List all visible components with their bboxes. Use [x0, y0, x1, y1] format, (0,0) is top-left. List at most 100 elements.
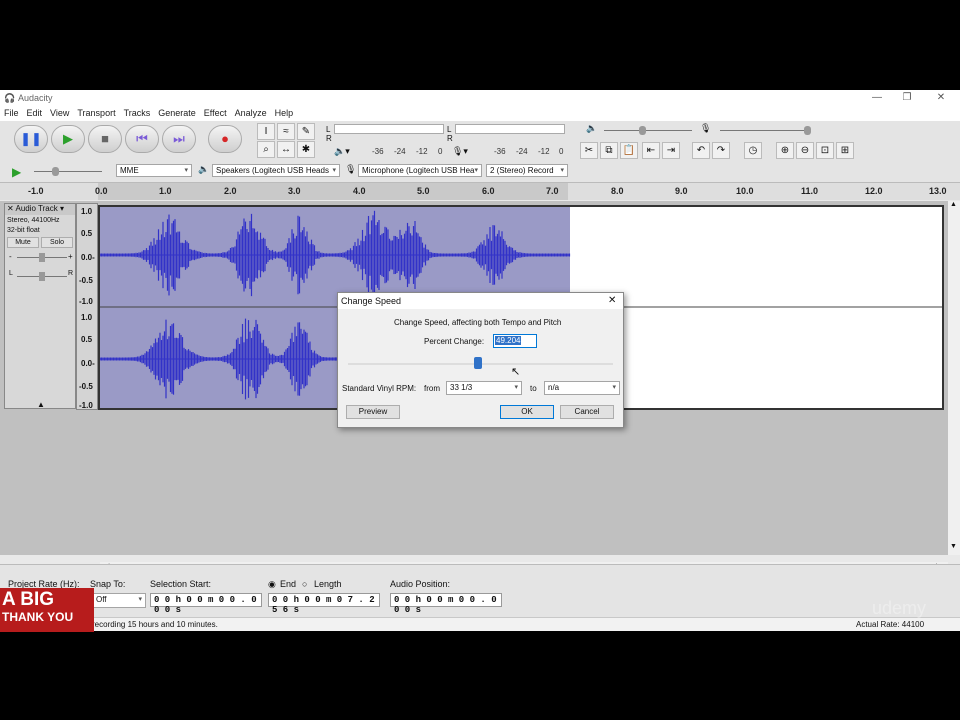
ok-button[interactable]: OK	[500, 405, 554, 419]
snap-to-value: Off	[96, 595, 107, 604]
snap-to-select[interactable]: Off ▾	[92, 593, 146, 608]
chevron-down-icon: ▾	[474, 167, 478, 174]
menu-file[interactable]: File	[0, 107, 23, 119]
percent-change-input[interactable]: 49.204	[493, 334, 537, 348]
track-name-bar[interactable]: ✕ Audio Track ▾	[5, 204, 75, 215]
envelope-tool-icon[interactable]: ≈	[277, 123, 295, 140]
sync-lock-icon[interactable]: ◷	[744, 142, 762, 159]
close-track-icon[interactable]: ✕	[7, 204, 14, 213]
fit-selection-icon[interactable]: ⊡	[816, 142, 834, 159]
close-window-button[interactable]: ✕	[926, 92, 956, 105]
scale-tick: -1.0	[79, 401, 93, 410]
menu-analyze[interactable]: Analyze	[231, 107, 271, 119]
gain-thumb[interactable]	[39, 253, 45, 262]
length-radio[interactable]: ○	[302, 579, 307, 589]
from-label: from	[424, 384, 440, 393]
draw-tool-icon[interactable]: ✎	[297, 123, 315, 140]
length-label: Length	[314, 579, 342, 589]
ruler-tick: 4.0	[353, 186, 366, 196]
channels-select[interactable]: 2 (Stereo) Record ▾	[486, 164, 568, 177]
input-volume-slider[interactable]	[720, 130, 810, 131]
multi-tool-icon[interactable]: ✱	[297, 141, 315, 158]
menu-view[interactable]: View	[46, 107, 73, 119]
fit-project-icon[interactable]: ⊞	[836, 142, 854, 159]
ruler-tick: 7.0	[546, 186, 559, 196]
meter-tick: -12	[538, 147, 550, 156]
percent-change-slider-thumb[interactable]	[473, 357, 482, 369]
audio-host-select[interactable]: MME ▾	[116, 164, 192, 177]
redo-icon[interactable]: ↷	[712, 142, 730, 159]
meter-tick: -12	[416, 147, 428, 156]
meter-left-label: L	[326, 125, 331, 134]
rec-meter-right-label: R	[447, 134, 453, 143]
dialog-close-icon[interactable]: ✕	[608, 295, 616, 306]
speaker-meter-icon[interactable]: 🔈▾	[334, 146, 350, 157]
toolbars: ❚❚ ▶ ■ ⏮ ⏭ ● I ≈ ✎ ⌕ ↔ ✱ L R L R 🔈▾ -36 …	[0, 121, 960, 191]
record-button[interactable]: ●	[208, 125, 242, 153]
input-device-select[interactable]: Microphone (Logitech USB Hea ▾	[358, 164, 482, 177]
silence-icon[interactable]: ⇥	[662, 142, 680, 159]
ruler-tick: 11.0	[801, 186, 819, 196]
audio-position-field[interactable]: 0 0 h 0 0 m 0 0 . 0 0 0 s	[390, 593, 502, 615]
play-at-speed-icon[interactable]: ▶	[12, 165, 21, 179]
scroll-up-icon[interactable]: ▲	[950, 201, 957, 208]
menu-transport[interactable]: Transport	[73, 107, 119, 119]
skip-start-button[interactable]: ⏮	[125, 125, 159, 153]
menu-tracks[interactable]: Tracks	[120, 107, 155, 119]
vertical-scrollbar[interactable]: ▲ ▼	[948, 201, 960, 555]
end-radio[interactable]: ◉	[268, 579, 276, 590]
vertical-scale: 1.0 0.5 0.0- -0.5 -1.0 1.0 0.5 0.0- -0.5…	[76, 203, 98, 410]
maximize-button[interactable]: ❐	[892, 92, 922, 105]
preview-button[interactable]: Preview	[346, 405, 400, 419]
mic-meter-icon[interactable]: 🎙▾	[452, 146, 468, 157]
paste-icon[interactable]: 📋	[620, 142, 638, 159]
ruler-tick: 2.0	[224, 186, 237, 196]
zoom-tool-icon[interactable]: ⌕	[257, 141, 275, 158]
output-volume-thumb[interactable]	[639, 126, 646, 135]
track-name: Audio Track	[15, 204, 58, 213]
play-speed-slider[interactable]	[34, 171, 102, 172]
scale-tick: -1.0	[79, 297, 93, 306]
dialog-title: Change Speed	[341, 296, 402, 306]
cut-icon[interactable]: ✂	[580, 142, 598, 159]
selection-start-field[interactable]: 0 0 h 0 0 m 0 0 . 0 0 0 s	[150, 593, 262, 615]
pause-button[interactable]: ❚❚	[14, 125, 48, 153]
ruler-tick: -1.0	[28, 186, 44, 196]
output-device-select[interactable]: Speakers (Logitech USB Heads ▾	[212, 164, 340, 177]
playback-meter[interactable]	[334, 124, 444, 134]
selection-end-field[interactable]: 0 0 h 0 0 m 0 7 . 2 5 6 s	[268, 593, 380, 615]
zoom-out-icon[interactable]: ⊖	[796, 142, 814, 159]
menu-effect[interactable]: Effect	[200, 107, 231, 119]
title-bar: 🎧 Audacity — ❐ ✕	[0, 90, 960, 107]
scroll-down-icon[interactable]: ▼	[950, 543, 957, 550]
output-volume-slider[interactable]	[604, 130, 692, 131]
menu-help[interactable]: Help	[271, 107, 298, 119]
to-rpm-select[interactable]: n/a ▾	[544, 381, 620, 395]
solo-button[interactable]: Solo	[41, 237, 73, 248]
meter-tick: 0	[438, 147, 443, 156]
menu-edit[interactable]: Edit	[23, 107, 47, 119]
zoom-in-icon[interactable]: ⊕	[776, 142, 794, 159]
play-button[interactable]: ▶	[51, 125, 85, 153]
mute-button[interactable]: Mute	[7, 237, 39, 248]
skip-end-button[interactable]: ⏭	[162, 125, 196, 153]
undo-icon[interactable]: ↶	[692, 142, 710, 159]
stop-button[interactable]: ■	[88, 125, 122, 153]
copy-icon[interactable]: ⧉	[600, 142, 618, 159]
trim-icon[interactable]: ⇤	[642, 142, 660, 159]
pan-thumb[interactable]	[39, 272, 45, 281]
menu-generate[interactable]: Generate	[154, 107, 200, 119]
scale-tick: 0.5	[81, 229, 93, 238]
from-rpm-select[interactable]: 33 1/3 ▾	[446, 381, 522, 395]
meter-right-label: R	[326, 134, 332, 143]
play-speed-thumb[interactable]	[52, 167, 59, 176]
cancel-button[interactable]: Cancel	[560, 405, 614, 419]
timeline-ruler[interactable]: -1.0 0.0 1.0 2.0 3.0 4.0 5.0 6.0 7.0 8.0…	[0, 182, 960, 200]
record-meter[interactable]	[455, 124, 565, 134]
minimize-button[interactable]: —	[862, 92, 892, 105]
input-volume-thumb[interactable]	[804, 126, 811, 135]
selection-tool-icon[interactable]: I	[257, 123, 275, 140]
audacity-logo-icon: 🎧	[4, 93, 16, 103]
collapse-track-icon[interactable]: ▲	[37, 400, 45, 409]
timeshift-tool-icon[interactable]: ↔	[277, 141, 295, 158]
